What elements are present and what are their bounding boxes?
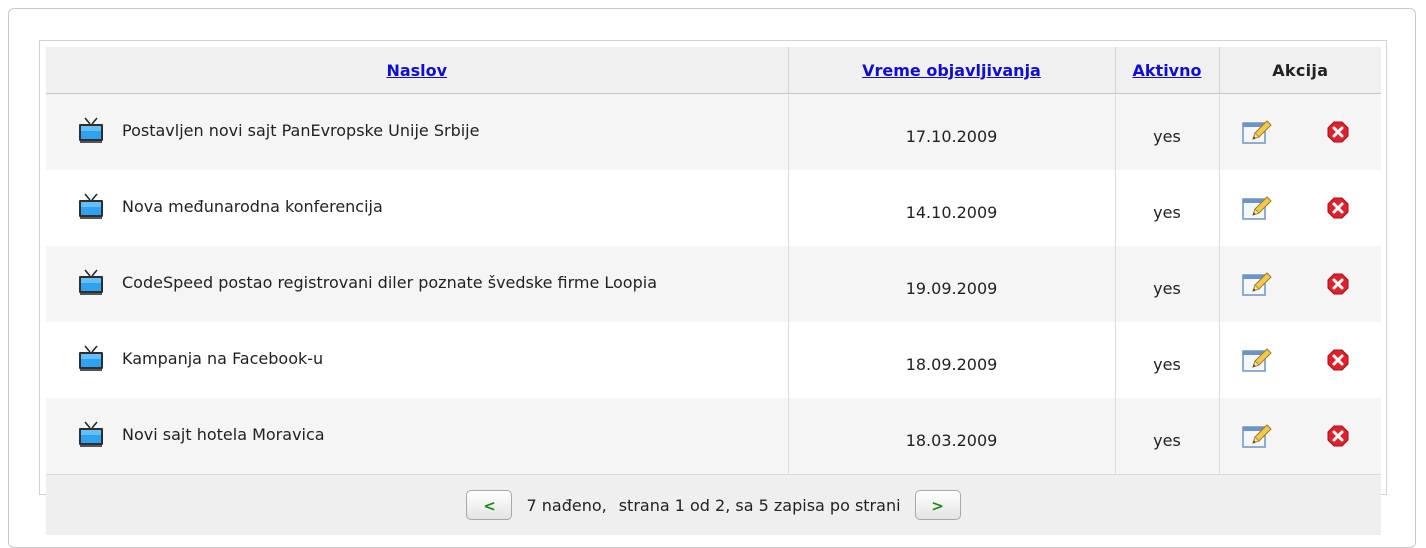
- title-cell: Postavljen novi sajt PanEvropske Unije S…: [46, 93, 789, 170]
- edit-cell: [1219, 322, 1294, 398]
- tv-icon: [79, 269, 103, 295]
- news-title: Nova međunarodna konferencija: [122, 196, 383, 216]
- pager: < 7 nađeno, strana 1 od 2, sa 5 zapisa po…: [466, 490, 961, 520]
- table-header-row: Naslov Vreme objavljivanja Aktivno Akcij…: [46, 47, 1382, 94]
- title-cell: Novi sajt hotela Moravica: [46, 398, 789, 475]
- edit-icon[interactable]: [1242, 271, 1272, 297]
- tv-icon: [79, 193, 103, 219]
- news-grid-frame: Naslov Vreme objavljivanja Aktivno Akcij…: [39, 40, 1387, 535]
- delete-cell: [1294, 398, 1382, 475]
- date-cell: 19.09.2009: [788, 246, 1116, 322]
- edit-icon[interactable]: [1242, 347, 1272, 373]
- pager-row: < 7 nađeno, strana 1 od 2, sa 5 zapisa po…: [46, 474, 1382, 535]
- active-cell: yes: [1115, 322, 1220, 398]
- pager-page-info: strana 1 od 2, sa 5 zapisa po strani: [618, 495, 901, 515]
- next-page-button[interactable]: >: [914, 490, 961, 520]
- delete-cell: [1294, 93, 1382, 170]
- active-cell: yes: [1115, 398, 1220, 475]
- active-cell: yes: [1115, 170, 1220, 246]
- table-row: CodeSpeed postao registrovani diler pozn…: [46, 246, 1382, 322]
- date-cell: 18.03.2009: [788, 398, 1116, 475]
- tv-icon: [79, 117, 103, 143]
- delete-icon[interactable]: [1327, 273, 1349, 295]
- active-cell: yes: [1115, 93, 1220, 170]
- date-cell: 18.09.2009: [788, 322, 1116, 398]
- edit-icon[interactable]: [1242, 119, 1272, 145]
- table-row: Nova međunarodna konferencija 14.10.2009…: [46, 170, 1382, 246]
- delete-icon[interactable]: [1327, 425, 1349, 447]
- pager-summary: 7 nađeno, strana 1 od 2, sa 5 zapisa po s…: [526, 496, 900, 515]
- edit-icon[interactable]: [1242, 423, 1272, 449]
- header-title: Naslov: [46, 47, 789, 94]
- edit-cell: [1219, 246, 1294, 322]
- date-cell: 14.10.2009: [788, 170, 1116, 246]
- delete-cell: [1294, 322, 1382, 398]
- table-row: Novi sajt hotela Moravica 18.03.2009 yes: [46, 398, 1382, 475]
- pager-cell: < 7 nađeno, strana 1 od 2, sa 5 zapisa po…: [46, 474, 1382, 535]
- date-cell: 17.10.2009: [788, 93, 1116, 170]
- title-cell: Nova međunarodna konferencija: [46, 170, 789, 246]
- delete-icon[interactable]: [1327, 121, 1349, 143]
- table-row: Postavljen novi sajt PanEvropske Unije S…: [46, 93, 1382, 170]
- table-body: Postavljen novi sajt PanEvropske Unije S…: [46, 93, 1382, 475]
- edit-cell: [1219, 93, 1294, 170]
- delete-cell: [1294, 246, 1382, 322]
- news-title: Postavljen novi sajt PanEvropske Unije S…: [122, 120, 480, 140]
- news-title: Novi sajt hotela Moravica: [122, 424, 325, 444]
- pager-found-count: 7 nađeno,: [526, 495, 607, 515]
- header-date: Vreme objavljivanja: [788, 47, 1116, 94]
- edit-cell: [1219, 398, 1294, 475]
- news-title: Kampanja na Facebook-u: [122, 348, 324, 368]
- header-action: Akcija: [1219, 47, 1382, 94]
- sort-date-link[interactable]: Vreme objavljivanja: [862, 61, 1041, 80]
- prev-page-button[interactable]: <: [466, 490, 513, 520]
- active-cell: yes: [1115, 246, 1220, 322]
- news-table: Naslov Vreme objavljivanja Aktivno Akcij…: [46, 47, 1382, 535]
- title-cell: Kampanja na Facebook-u: [46, 322, 789, 398]
- tv-icon: [79, 421, 103, 447]
- sort-active-link[interactable]: Aktivno: [1133, 61, 1202, 80]
- header-active: Aktivno: [1115, 47, 1220, 94]
- table-row: Kampanja na Facebook-u 18.09.2009 yes: [46, 322, 1382, 398]
- title-cell: CodeSpeed postao registrovani diler pozn…: [46, 246, 789, 322]
- sort-title-link[interactable]: Naslov: [386, 61, 447, 80]
- edit-icon[interactable]: [1242, 195, 1272, 221]
- delete-icon[interactable]: [1327, 349, 1349, 371]
- news-title: CodeSpeed postao registrovani diler pozn…: [122, 272, 657, 292]
- delete-icon[interactable]: [1327, 197, 1349, 219]
- delete-cell: [1294, 170, 1382, 246]
- edit-cell: [1219, 170, 1294, 246]
- tv-icon: [79, 345, 103, 371]
